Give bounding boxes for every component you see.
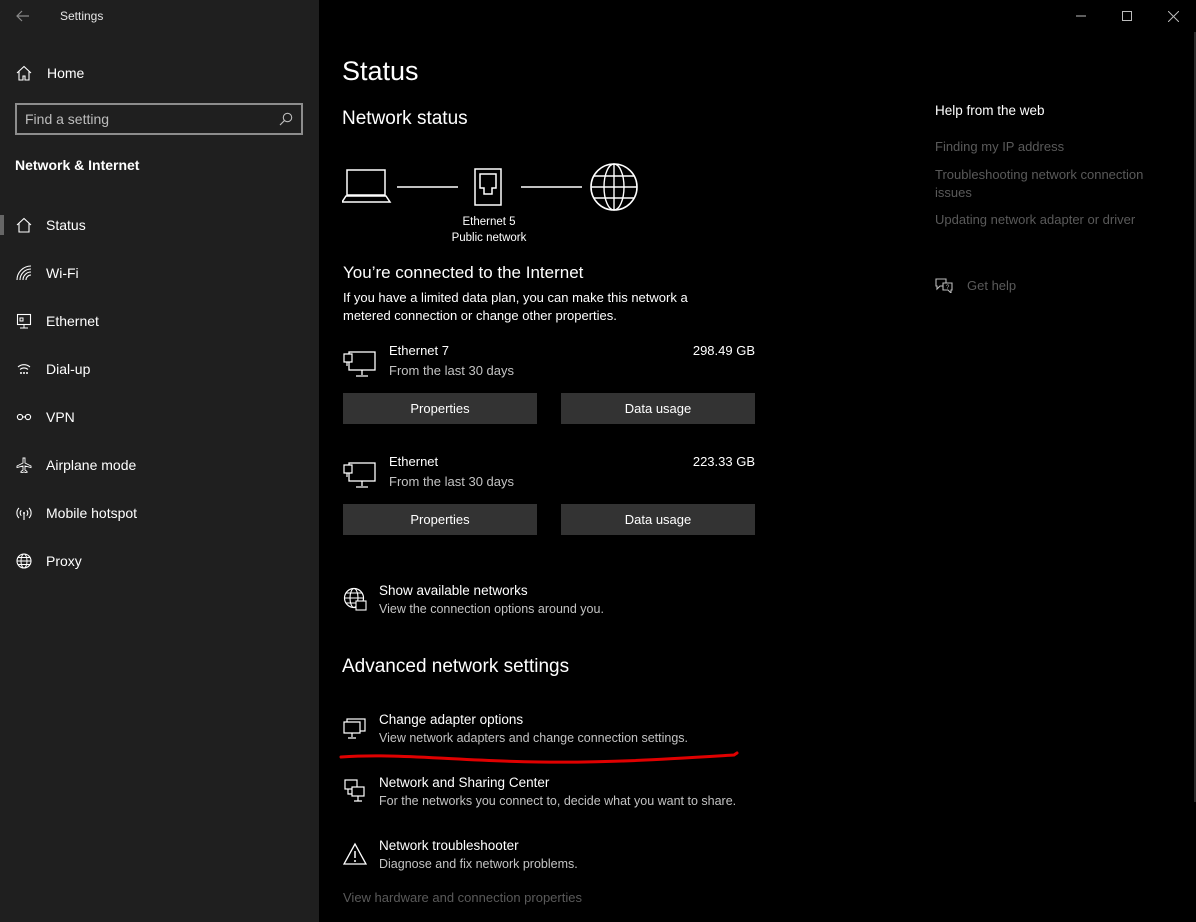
search-icon[interactable] bbox=[279, 112, 293, 126]
window-controls bbox=[1058, 0, 1196, 32]
back-arrow-icon bbox=[16, 10, 29, 22]
link-title: Network troubleshooter bbox=[379, 838, 519, 853]
back-button[interactable] bbox=[0, 0, 46, 32]
search-input[interactable] bbox=[25, 111, 279, 127]
show-available-networks[interactable]: Show available networks View the connect… bbox=[343, 583, 783, 623]
nav-list: Status Wi-Fi Ethernet Dial-up VPN Airpla… bbox=[0, 201, 319, 585]
airplane-icon bbox=[16, 457, 32, 473]
ethernet-adapter-icon bbox=[343, 351, 376, 377]
sidebar-item-label: Wi-Fi bbox=[46, 265, 79, 281]
sidebar-item-airplane-mode[interactable]: Airplane mode bbox=[0, 441, 319, 489]
home-icon bbox=[16, 65, 32, 81]
chat-help-icon: ? bbox=[935, 278, 953, 293]
data-usage-button[interactable]: Data usage bbox=[561, 393, 755, 424]
close-button[interactable] bbox=[1150, 0, 1196, 32]
dialup-icon bbox=[16, 361, 32, 377]
connection-period: From the last 30 days bbox=[389, 363, 514, 378]
page-title: Status bbox=[342, 56, 419, 86]
sidebar-item-vpn[interactable]: VPN bbox=[0, 393, 319, 441]
diagram-caption: Ethernet 5 Public network bbox=[429, 214, 549, 246]
network-troubleshooter[interactable]: Network troubleshooter Diagnose and fix … bbox=[343, 838, 783, 878]
network-profile: Public network bbox=[451, 232, 527, 244]
status-icon bbox=[16, 217, 32, 233]
sidebar-item-wifi[interactable]: Wi-Fi bbox=[0, 249, 319, 297]
connection-name: Ethernet bbox=[389, 454, 439, 469]
view-hardware-link[interactable]: View hardware and connection properties bbox=[343, 890, 582, 905]
globe-icon bbox=[16, 553, 32, 569]
sidebar: Settings Home Network & Internet Status … bbox=[0, 0, 319, 922]
sidebar-item-status[interactable]: Status bbox=[0, 201, 319, 249]
internet-globe-icon bbox=[590, 163, 638, 211]
sidebar-item-proxy[interactable]: Proxy bbox=[0, 537, 319, 585]
adapter-icon bbox=[343, 718, 366, 739]
properties-button[interactable]: Properties bbox=[343, 393, 537, 424]
globe-network-icon bbox=[343, 587, 367, 611]
data-usage-button[interactable]: Data usage bbox=[561, 504, 755, 535]
adapter-name: Ethernet 5 bbox=[462, 216, 516, 228]
help-link-driver[interactable]: Updating network adapter or driver bbox=[935, 211, 1175, 229]
sidebar-item-label: Airplane mode bbox=[46, 457, 137, 473]
connection-period: From the last 30 days bbox=[389, 474, 514, 489]
nav-home-label: Home bbox=[47, 65, 85, 81]
help-link-troubleshooting[interactable]: Troubleshooting network connection issue… bbox=[935, 166, 1175, 202]
connection-name: Ethernet 7 bbox=[389, 343, 449, 358]
connection-item: Ethernet 7 From the last 30 days 298.49 … bbox=[343, 343, 755, 383]
link-desc: View network adapters and change connect… bbox=[379, 731, 688, 745]
link-desc: Diagnose and fix network problems. bbox=[379, 857, 578, 871]
section-label: Network & Internet bbox=[15, 157, 140, 173]
sidebar-item-label: VPN bbox=[46, 409, 75, 425]
link-title: Show available networks bbox=[379, 583, 528, 598]
maximize-icon bbox=[1122, 11, 1132, 21]
app-title: Settings bbox=[60, 9, 104, 23]
network-status-heading: Network status bbox=[342, 108, 468, 129]
laptop-icon bbox=[342, 169, 392, 203]
link-title: Change adapter options bbox=[379, 712, 524, 727]
red-underline-annotation bbox=[339, 751, 739, 764]
sharing-center-icon bbox=[344, 779, 365, 802]
connected-description: If you have a limited data plan, you can… bbox=[343, 290, 688, 323]
vpn-icon bbox=[16, 409, 32, 425]
link-title: Network and Sharing Center bbox=[379, 775, 550, 790]
title-bar: Settings bbox=[0, 0, 319, 32]
main-panel: Status Network status Ethernet 5 Public … bbox=[319, 0, 1196, 922]
link-desc: View the connection options around you. bbox=[379, 602, 604, 616]
nav-home[interactable]: Home bbox=[0, 56, 319, 90]
search-box[interactable] bbox=[15, 103, 303, 135]
get-help[interactable]: ? Get help bbox=[935, 277, 1016, 293]
minimize-icon bbox=[1076, 15, 1086, 17]
properties-button[interactable]: Properties bbox=[343, 504, 537, 535]
ethernet-adapter-icon bbox=[343, 462, 376, 488]
advanced-heading: Advanced network settings bbox=[342, 656, 570, 677]
help-link-ip[interactable]: Finding my IP address bbox=[935, 138, 1175, 156]
network-sharing-center[interactable]: Network and Sharing Center For the netwo… bbox=[343, 775, 783, 815]
sidebar-item-label: Ethernet bbox=[46, 313, 99, 329]
connection-usage: 298.49 GB bbox=[692, 343, 755, 358]
connection-item: Ethernet From the last 30 days 223.33 GB bbox=[343, 454, 755, 494]
ethernet-icon bbox=[16, 313, 32, 329]
sidebar-item-ethernet[interactable]: Ethernet bbox=[0, 297, 319, 345]
get-help-label: Get help bbox=[967, 277, 1017, 293]
hotspot-icon bbox=[16, 505, 32, 521]
close-icon bbox=[1167, 10, 1179, 22]
sidebar-item-mobile-hotspot[interactable]: Mobile hotspot bbox=[0, 489, 319, 537]
wifi-icon bbox=[16, 265, 32, 281]
sidebar-item-label: Proxy bbox=[46, 553, 82, 569]
connected-heading: You’re connected to the Internet bbox=[343, 263, 584, 282]
ethernet-port-icon bbox=[474, 168, 502, 206]
maximize-button[interactable] bbox=[1104, 0, 1150, 32]
minimize-button[interactable] bbox=[1058, 0, 1104, 32]
warning-icon bbox=[343, 842, 367, 865]
sidebar-item-label: Mobile hotspot bbox=[46, 505, 138, 521]
help-heading: Help from the web bbox=[935, 103, 1045, 118]
connection-usage: 223.33 GB bbox=[692, 454, 755, 469]
sidebar-item-dialup[interactable]: Dial-up bbox=[0, 345, 319, 393]
link-desc: For the networks you connect to, decide … bbox=[379, 794, 737, 808]
sidebar-item-label: Dial-up bbox=[46, 361, 91, 377]
sidebar-item-label: Status bbox=[46, 217, 86, 233]
